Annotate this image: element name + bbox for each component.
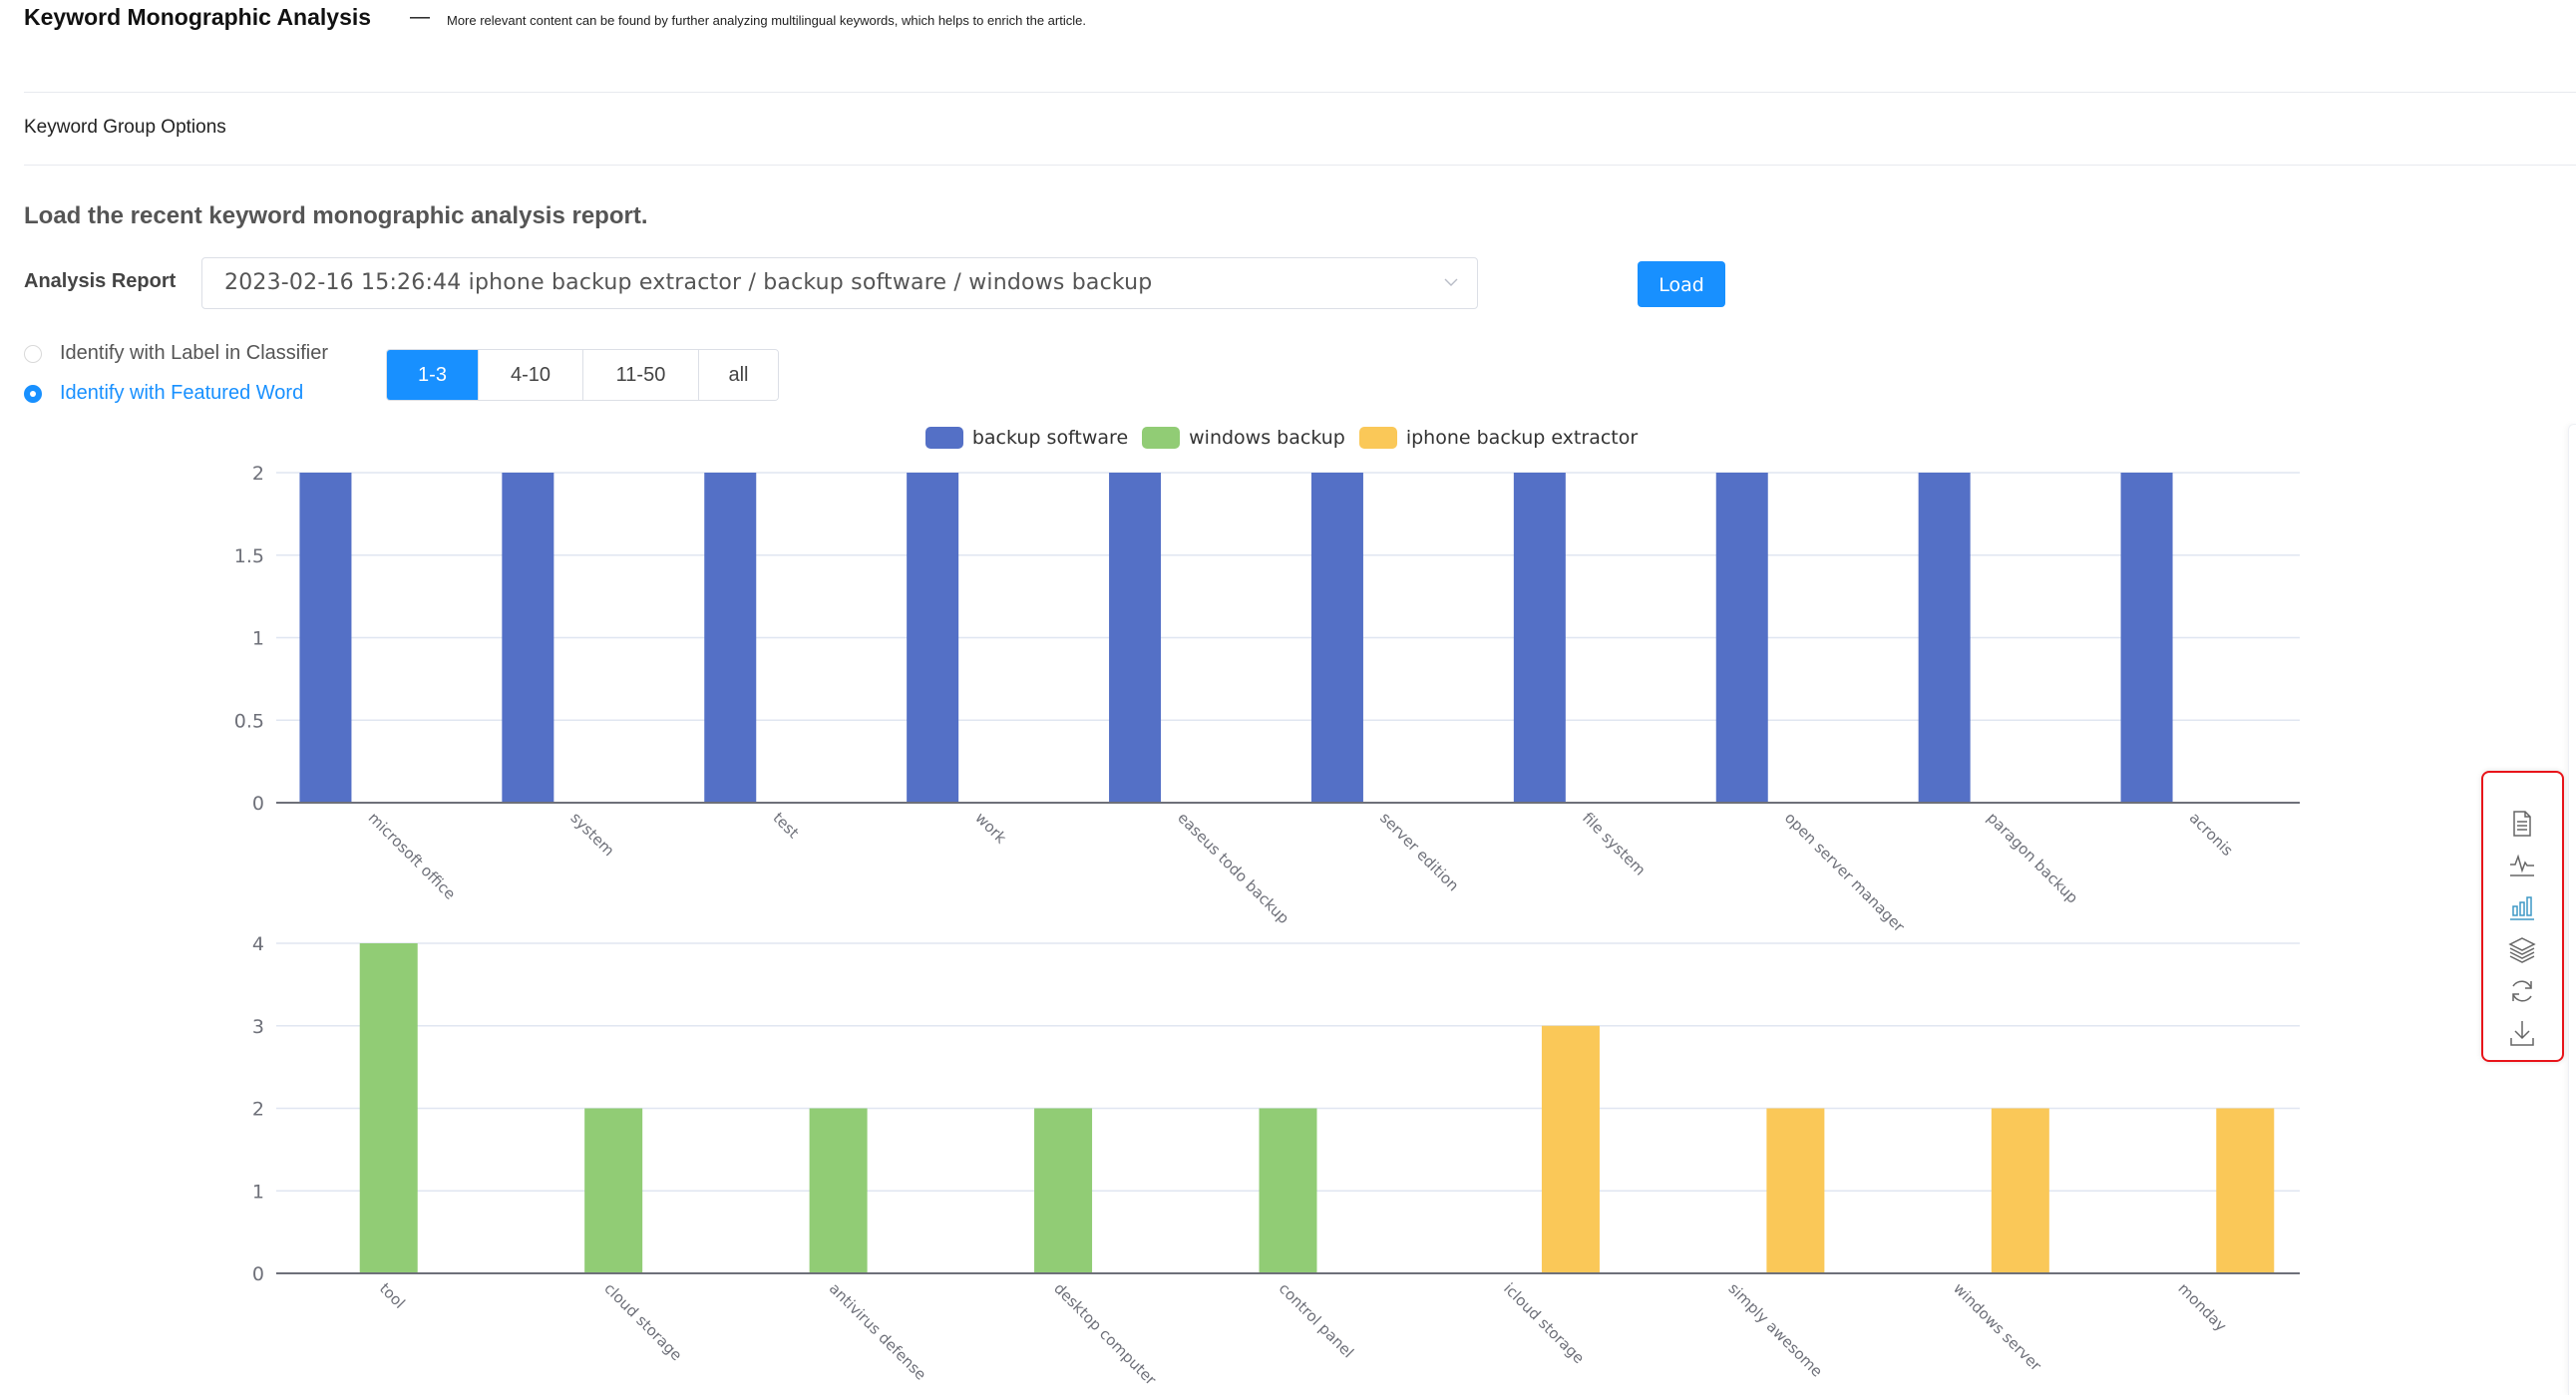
bar [1541,1025,1600,1273]
x-tick-label: desktop computer [1050,1279,1160,1389]
x-tick-label: icloud storage [1500,1279,1588,1367]
bar [2216,1108,2275,1273]
x-tick-label: work [971,809,1010,848]
bar [809,1108,868,1273]
y-tick-label: 3 [252,1016,264,1038]
bar [1310,473,1363,803]
side-panel-edge [2568,424,2576,1395]
y-tick-label: 0.5 [234,710,264,732]
bar [584,1108,643,1273]
y-tick-label: 0 [252,793,264,815]
bar [1991,1108,2049,1273]
chart-toolbox [2481,771,2564,1062]
x-tick-label: cloud storage [600,1279,685,1364]
y-tick-label: 1.5 [234,545,264,567]
line-chart-icon[interactable] [2507,851,2537,880]
y-tick-label: 4 [252,933,264,955]
bar [1918,473,1971,803]
save-image-icon[interactable] [2507,1018,2537,1048]
bar [907,473,959,803]
x-tick-label: control panel [1276,1279,1357,1361]
y-tick-label: 1 [252,628,264,650]
x-tick-label: server edition [1376,809,1462,894]
charts-canvas: 0 0.5 1 1.5 2 microsoft office system test work e… [234,463,2300,1389]
bar [1034,1108,1093,1273]
x-tick-label: simply awesome [1725,1279,1826,1380]
data-view-icon[interactable] [2507,809,2537,839]
bar [502,473,554,803]
x-tick-label: paragon backup [1984,809,2081,906]
bar [1766,1108,1825,1273]
y-tick-label: 1 [252,1181,264,1203]
x-tick-label: system [567,809,618,860]
x-tick-label: windows server [1950,1279,2045,1375]
x-tick-label: easeus todo backup [1174,809,1292,927]
bar [2120,473,2173,803]
restore-icon[interactable] [2507,976,2537,1006]
x-tick-label: open server manager [1781,809,1909,936]
y-tick-label: 0 [252,1263,264,1285]
stack-icon[interactable] [2507,934,2537,964]
y-tick-label: 2 [252,1099,264,1121]
bar [299,473,352,803]
bar [1109,473,1162,803]
bar [359,943,418,1273]
x-tick-label: tool [376,1279,409,1312]
bar [1513,473,1566,803]
bar [1715,473,1768,803]
x-tick-label: antivirus defense [826,1279,930,1384]
bar [1259,1108,1317,1273]
x-tick-label: microsoft office [365,809,460,903]
x-tick-label: monday [2174,1279,2230,1335]
y-tick-label: 2 [252,463,264,485]
bar-chart-icon[interactable] [2507,892,2537,922]
x-tick-label: file system [1579,809,1650,879]
bar [704,473,757,803]
x-tick-label: acronis [2186,809,2237,860]
x-tick-label: test [769,809,802,842]
